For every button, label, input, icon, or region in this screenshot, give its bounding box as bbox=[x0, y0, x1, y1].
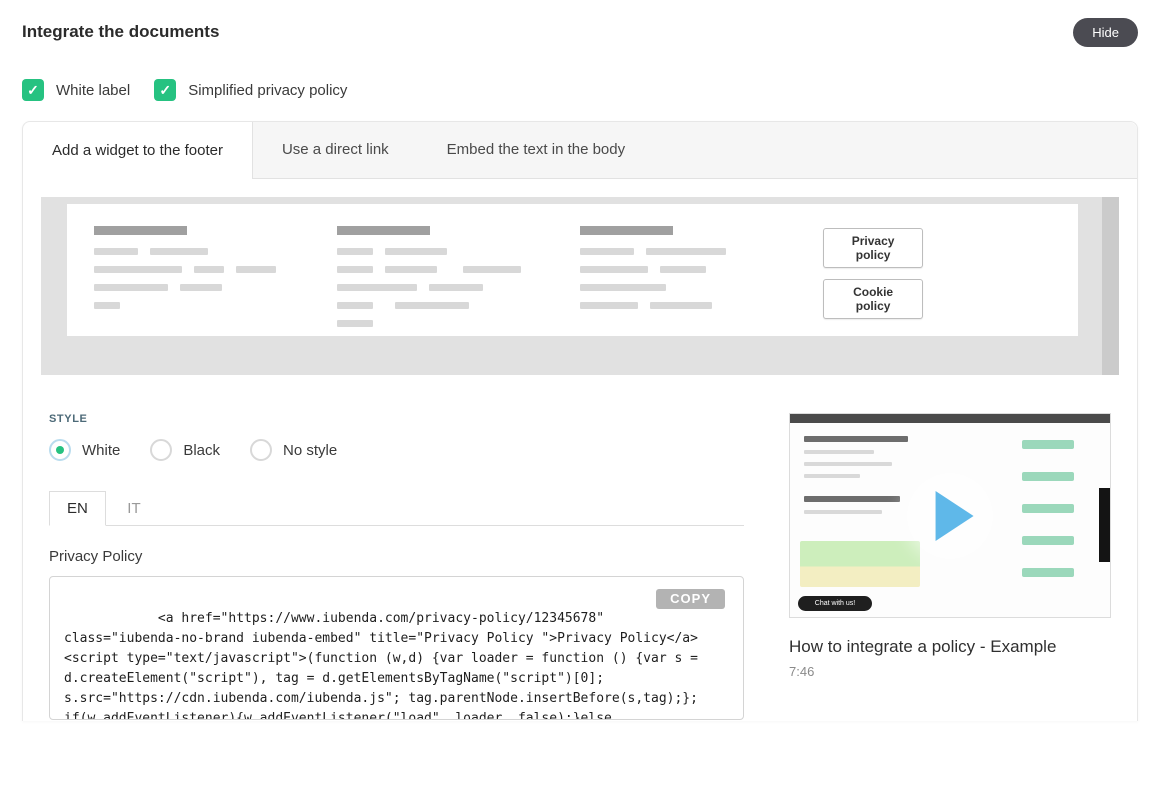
content-row: STYLE White Black No style bbox=[49, 413, 1111, 721]
play-icon[interactable] bbox=[936, 491, 974, 541]
radio-icon bbox=[150, 439, 172, 461]
widget-configuration: STYLE White Black No style bbox=[49, 413, 744, 721]
tab-use-direct-link[interactable]: Use a direct link bbox=[253, 122, 418, 178]
checkbox-checked-icon[interactable]: ✓ bbox=[22, 79, 44, 101]
page-header: Integrate the documents Hide bbox=[22, 18, 1138, 47]
video-duration: 7:46 bbox=[789, 664, 1111, 679]
tab-embed-text-body[interactable]: Embed the text in the body bbox=[418, 122, 654, 178]
skeleton-column-3 bbox=[580, 226, 823, 336]
help-sidebar: Chat with us! How to integrate a policy … bbox=[789, 413, 1111, 721]
video-mock-chat-pill: Chat with us! bbox=[798, 596, 872, 611]
checkbox-checked-icon[interactable]: ✓ bbox=[154, 79, 176, 101]
video-mock-button bbox=[1022, 568, 1074, 577]
language-tab-it[interactable]: IT bbox=[110, 492, 157, 525]
language-tabs: EN IT bbox=[49, 491, 744, 526]
style-option-no-style[interactable]: No style bbox=[250, 439, 337, 461]
video-mock-button bbox=[1022, 440, 1074, 449]
video-title: How to integrate a policy - Example bbox=[789, 637, 1111, 657]
document-options: ✓ White label ✓ Simplified privacy polic… bbox=[22, 79, 1138, 101]
style-radio-group: White Black No style bbox=[49, 439, 744, 461]
video-mock-button bbox=[1022, 504, 1074, 513]
skeleton-column-2 bbox=[337, 226, 580, 336]
embed-code-text: <a href="https://www.iubenda.com/privacy… bbox=[64, 611, 706, 720]
privacy-policy-widget-button[interactable]: Privacy policy bbox=[823, 228, 923, 268]
footer-mockup: Privacy policy Cookie policy bbox=[67, 204, 1078, 336]
tab-add-widget-footer[interactable]: Add a widget to the footer bbox=[23, 122, 253, 179]
radio-icon bbox=[250, 439, 272, 461]
simplified-privacy-checkbox-option[interactable]: ✓ Simplified privacy policy bbox=[154, 79, 347, 101]
skeleton-column-1 bbox=[94, 226, 337, 336]
style-option-black[interactable]: Black bbox=[150, 439, 220, 461]
page-title: Integrate the documents bbox=[22, 18, 219, 42]
radio-selected-icon bbox=[49, 439, 71, 461]
check-icon: ✓ bbox=[159, 83, 171, 97]
footer-widget-preview: Privacy policy Cookie policy bbox=[41, 197, 1119, 375]
video-mock-code-block bbox=[800, 541, 920, 587]
check-icon: ✓ bbox=[27, 83, 39, 97]
style-section-label: STYLE bbox=[49, 413, 744, 425]
video-mock-button bbox=[1022, 536, 1074, 545]
style-option-white[interactable]: White bbox=[49, 439, 120, 461]
embed-code-field[interactable]: <a href="https://www.iubenda.com/privacy… bbox=[49, 576, 744, 720]
preview-policy-buttons: Privacy policy Cookie policy bbox=[823, 226, 923, 336]
video-mock-button bbox=[1022, 472, 1074, 481]
integration-tabs: Add a widget to the footer Use a direct … bbox=[23, 122, 1137, 179]
simplified-privacy-label: Simplified privacy policy bbox=[188, 82, 347, 99]
tutorial-video-thumbnail[interactable]: Chat with us! bbox=[789, 413, 1111, 618]
language-tab-en[interactable]: EN bbox=[49, 491, 106, 526]
white-label-label: White label bbox=[56, 82, 130, 99]
copy-button[interactable]: COPY bbox=[656, 589, 725, 609]
white-label-checkbox-option[interactable]: ✓ White label bbox=[22, 79, 130, 101]
video-mock-support-tab bbox=[1099, 488, 1110, 562]
video-mock-topbar bbox=[790, 414, 1110, 423]
preview-scrollbar[interactable] bbox=[1102, 197, 1119, 375]
hide-button[interactable]: Hide bbox=[1073, 18, 1138, 47]
card-body: Privacy policy Cookie policy STYLE White bbox=[23, 179, 1137, 721]
integration-card: Add a widget to the footer Use a direct … bbox=[22, 121, 1138, 721]
code-section-label: Privacy Policy bbox=[49, 548, 744, 565]
cookie-policy-widget-button[interactable]: Cookie policy bbox=[823, 279, 923, 319]
integrate-documents-page: Integrate the documents Hide ✓ White lab… bbox=[0, 0, 1160, 795]
